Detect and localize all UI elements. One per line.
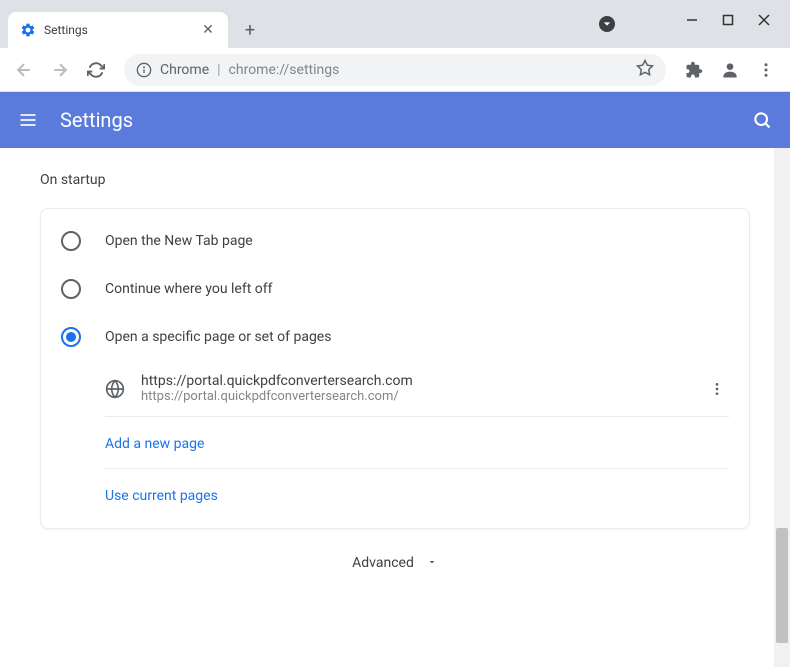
extensions-icon[interactable] xyxy=(678,54,710,86)
address-url: chrome://settings xyxy=(229,62,340,78)
settings-header: Settings xyxy=(0,92,790,148)
globe-icon xyxy=(105,379,125,399)
maximize-icon[interactable] xyxy=(722,14,734,26)
close-window-icon[interactable] xyxy=(758,14,770,26)
address-origin: Chrome xyxy=(160,62,209,78)
startup-page-row: https://portal.quickpdfconvertersearch.c… xyxy=(105,361,729,417)
use-current-link[interactable]: Use current pages xyxy=(105,488,218,504)
window-controls xyxy=(666,0,790,40)
more-actions-icon[interactable] xyxy=(705,377,729,401)
radio-label: Continue where you left off xyxy=(105,281,273,297)
search-icon[interactable] xyxy=(750,108,774,132)
menu-icon[interactable] xyxy=(750,54,782,86)
titlebar: Settings ✕ + xyxy=(0,0,790,48)
startup-option-continue[interactable]: Continue where you left off xyxy=(41,265,749,313)
address-separator: | xyxy=(217,62,220,78)
startup-option-new-tab[interactable]: Open the New Tab page xyxy=(41,217,749,265)
startup-pages-section: https://portal.quickpdfconvertersearch.c… xyxy=(41,361,749,520)
profile-icon[interactable] xyxy=(714,54,746,86)
browser-tab[interactable]: Settings ✕ xyxy=(8,12,228,48)
startup-card: Open the New Tab page Continue where you… xyxy=(40,208,750,529)
chevron-down-icon xyxy=(426,553,438,572)
radio-icon xyxy=(61,327,81,347)
radio-label: Open a specific page or set of pages xyxy=(105,329,331,345)
radio-label: Open the New Tab page xyxy=(105,233,253,249)
page-title: Settings xyxy=(60,108,730,132)
tab-title: Settings xyxy=(44,23,192,37)
advanced-toggle[interactable]: Advanced xyxy=(40,529,750,596)
page-info: https://portal.quickpdfconvertersearch.c… xyxy=(141,373,689,404)
bookmark-icon[interactable] xyxy=(636,59,654,81)
page-entry-title: https://portal.quickpdfconvertersearch.c… xyxy=(141,373,689,389)
settings-icon xyxy=(20,22,36,38)
hamburger-menu-icon[interactable] xyxy=(16,108,40,132)
address-bar[interactable]: Chrome | chrome://settings xyxy=(124,54,666,86)
startup-option-specific-pages[interactable]: Open a specific page or set of pages xyxy=(41,313,749,361)
page-entry-url: https://portal.quickpdfconvertersearch.c… xyxy=(141,389,689,404)
use-current-row[interactable]: Use current pages xyxy=(105,469,729,520)
section-title: On startup xyxy=(40,172,750,188)
content-area: PCrisk.com On startup Open the New Tab p… xyxy=(0,148,790,667)
radio-icon xyxy=(61,279,81,299)
add-page-row[interactable]: Add a new page xyxy=(105,417,729,469)
add-page-link[interactable]: Add a new page xyxy=(105,436,204,452)
minimize-icon[interactable] xyxy=(686,14,698,26)
browser-toolbar: Chrome | chrome://settings xyxy=(0,48,790,92)
site-info-icon[interactable] xyxy=(136,62,152,78)
advanced-label: Advanced xyxy=(352,555,414,571)
tab-search-icon[interactable] xyxy=(599,16,615,32)
close-tab-icon[interactable]: ✕ xyxy=(200,22,216,38)
forward-button[interactable] xyxy=(44,54,76,86)
back-button[interactable] xyxy=(8,54,40,86)
reload-button[interactable] xyxy=(80,54,112,86)
new-tab-button[interactable]: + xyxy=(236,16,264,44)
radio-icon xyxy=(61,231,81,251)
